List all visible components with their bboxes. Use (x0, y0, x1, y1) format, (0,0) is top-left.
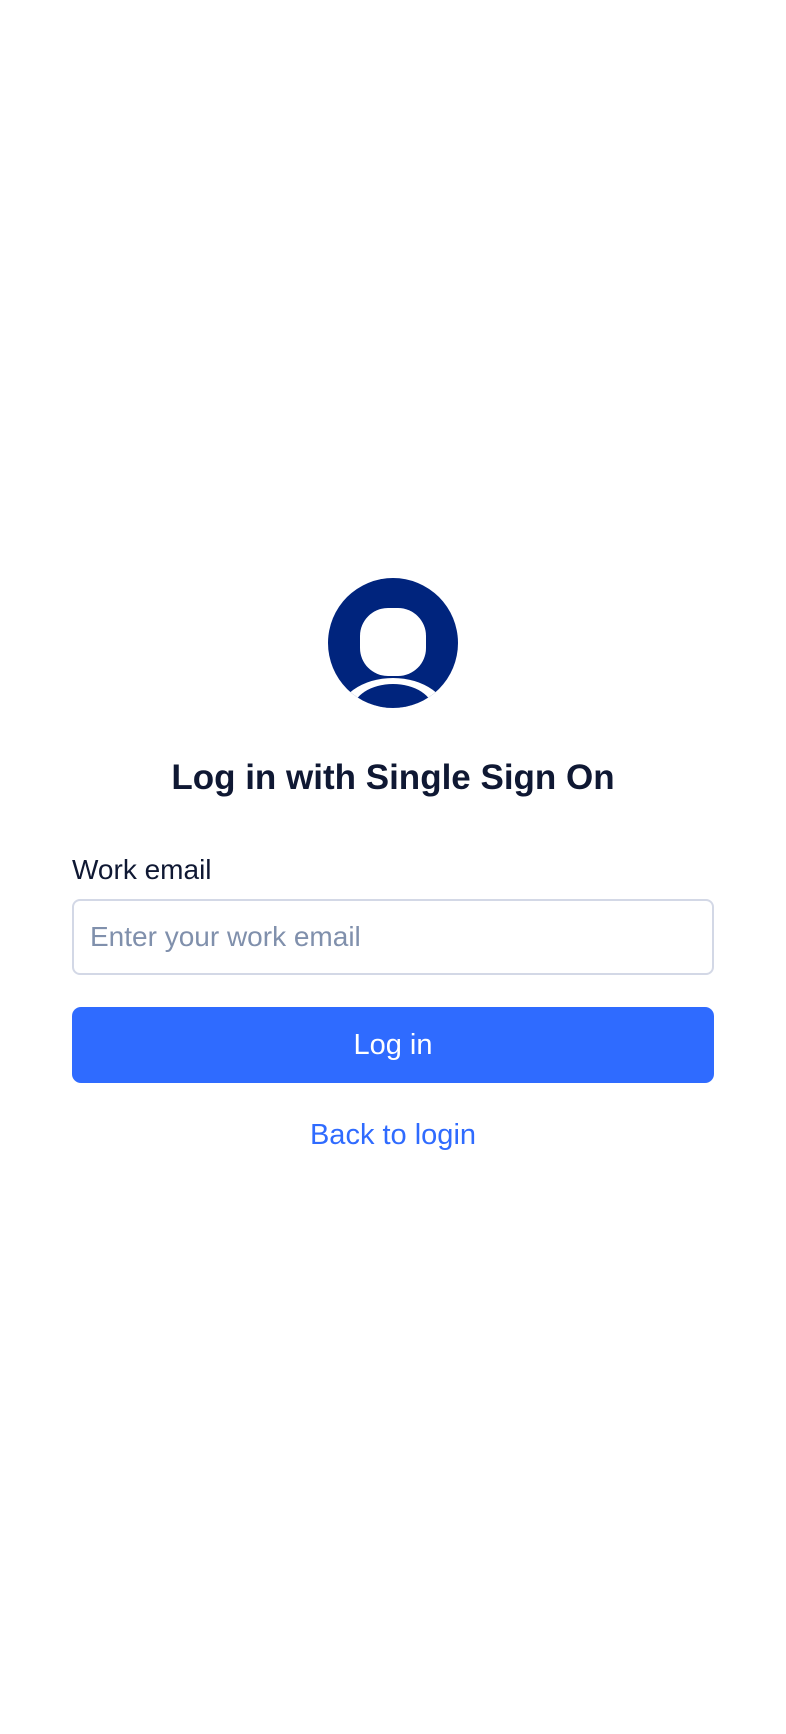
page-title: Log in with Single Sign On (171, 758, 615, 797)
sso-login-page: Log in with Single Sign On Work email Lo… (0, 0, 786, 1734)
log-in-button[interactable]: Log in (72, 1007, 714, 1083)
work-email-label: Work email (72, 854, 212, 885)
work-email-input[interactable] (72, 899, 714, 975)
back-link-container: Back to login (0, 1115, 786, 1155)
user-avatar-icon (328, 578, 458, 708)
back-to-login-link[interactable]: Back to login (310, 1119, 476, 1151)
